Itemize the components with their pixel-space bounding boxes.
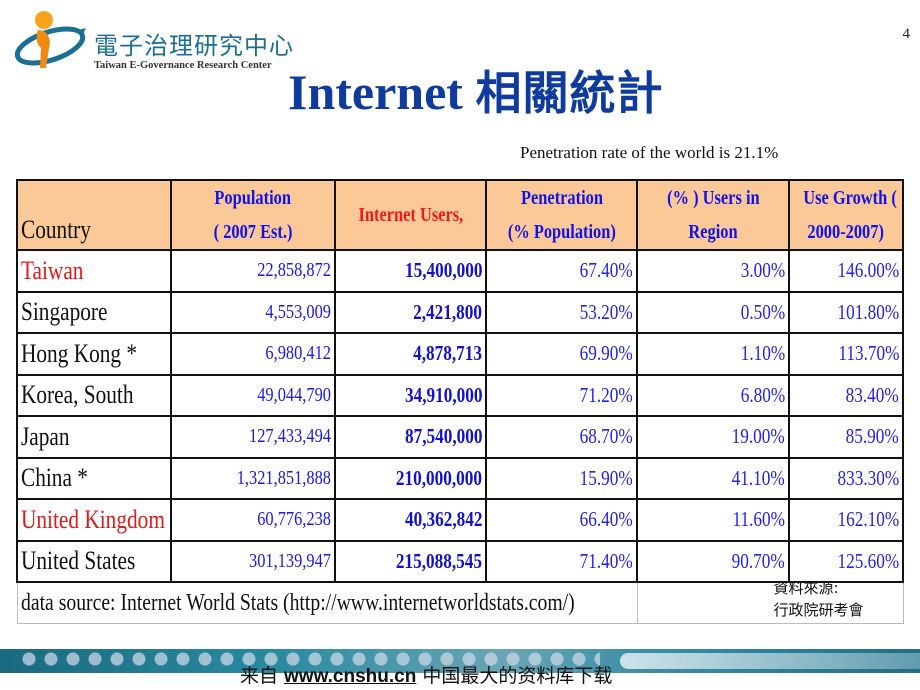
cell-country: Japan	[16, 415, 172, 459]
cell-users-in-region: 0.50%	[636, 290, 790, 334]
title-en: Internet	[288, 64, 463, 120]
cell-users-in-region: 41.10%	[636, 456, 790, 500]
cell-population: 1,321,851,888	[170, 456, 336, 500]
source-note: 資料來源: 行政院研考會	[636, 581, 904, 624]
cell-population: 4,553,009	[170, 290, 336, 334]
footer-credit: 来自 www.cnshu.cn 中国最大的资料库下载	[240, 661, 612, 688]
cell-use-growth: 85.90%	[788, 415, 904, 459]
cell-users-in-region: 90.70%	[636, 539, 790, 583]
cell-use-growth: 146.00%	[788, 249, 904, 293]
cell-penetration: 71.20%	[485, 373, 638, 417]
banner-swoosh	[620, 653, 920, 669]
cell-users-in-region: 11.60%	[636, 498, 790, 542]
cell-internet-users: 4,878,713	[334, 332, 487, 376]
cell-internet-users: 40,362,842	[334, 498, 487, 542]
header-users-in-region: (% ) Users in Region	[636, 179, 790, 251]
cell-internet-users: 34,910,000	[334, 373, 487, 417]
table-row: Korea, South 49,044,790 34,910,000 71.20% 6.…	[16, 373, 904, 417]
cell-internet-users: 87,540,000	[334, 415, 487, 459]
footer-prefix: 来自	[240, 665, 279, 687]
logo-name-en: Taiwan E-Governance Research Center	[94, 60, 272, 71]
header-country: Country	[16, 179, 172, 251]
cell-penetration: 15.90%	[485, 456, 638, 500]
cell-population: 6,980,412	[170, 332, 336, 376]
table-row: Singapore 4,553,009 2,421,800 53.20% 0.50% 10…	[16, 290, 904, 334]
table-row: Japan 127,433,494 87,540,000 68.70% 19.00% 85…	[16, 415, 904, 459]
cell-users-in-region: 3.00%	[636, 249, 790, 293]
header-internet-users: Internet Users,	[334, 179, 487, 251]
internet-stats-table: Country Population ( 2007 Est.) Internet…	[16, 179, 904, 624]
header-population: Population ( 2007 Est.)	[170, 179, 336, 251]
cell-penetration: 68.70%	[485, 415, 638, 459]
cell-use-growth: 833.30%	[788, 456, 904, 500]
cell-country: Singapore	[16, 290, 172, 334]
cell-users-in-region: 1.10%	[636, 332, 790, 376]
table-row: United States 301,139,947 215,088,545 71.40…	[16, 539, 904, 583]
cell-population: 60,776,238	[170, 498, 336, 542]
cell-population: 22,858,872	[170, 249, 336, 293]
logo-figure-icon	[14, 11, 86, 68]
cell-country: United States	[16, 539, 172, 583]
table-row: Hong Kong * 6,980,412 4,878,713 69.90% 1.10%…	[16, 332, 904, 376]
cell-internet-users: 210,000,000	[334, 456, 487, 500]
cell-country: United Kingdom	[16, 498, 172, 542]
logo-name-zh: 電子治理研究中心	[94, 32, 294, 60]
cell-penetration: 69.90%	[485, 332, 638, 376]
cell-users-in-region: 6.80%	[636, 373, 790, 417]
cell-penetration: 53.20%	[485, 290, 638, 334]
footer-link[interactable]: www.cnshu.cn	[278, 666, 422, 687]
cell-users-in-region: 19.00%	[636, 415, 790, 459]
cell-country: Korea, South	[16, 373, 172, 417]
data-source-row: data source: Internet World Stats (http:…	[16, 581, 904, 624]
cell-penetration: 67.40%	[485, 249, 638, 293]
cell-internet-users: 215,088,545	[334, 539, 487, 583]
slide-title: Internet 相關統計	[288, 62, 663, 123]
source-note-line1: 資料來源:	[773, 582, 839, 597]
title-zh: 相關統計	[475, 66, 664, 120]
table-row: China * 1,321,851,888 210,000,000 15.90% 41.…	[16, 456, 904, 500]
cell-use-growth: 113.70%	[788, 332, 904, 376]
cell-population: 127,433,494	[170, 415, 336, 459]
cell-country: China *	[16, 456, 172, 500]
data-source-text: data source: Internet World Stats (http:…	[16, 581, 638, 624]
footer-suffix: 中国最大的资料库下载	[422, 665, 613, 687]
world-penetration-note: Penetration rate of the world is 21.1%	[520, 143, 779, 162]
source-note-line2: 行政院研考會	[773, 601, 864, 619]
cell-internet-users: 2,421,800	[334, 290, 487, 334]
header-use-growth: Use Growth ( 2000-2007)	[788, 179, 904, 251]
cell-use-growth: 101.80%	[788, 290, 904, 334]
table-header-row: Country Population ( 2007 Est.) Internet…	[16, 179, 904, 251]
cell-population: 49,044,790	[170, 373, 336, 417]
logo: 電子治理研究中心 Taiwan E-Governance Research Ce…	[10, 8, 293, 74]
cell-internet-users: 15,400,000	[334, 249, 487, 293]
table-row: United Kingdom 60,776,238 40,362,842 66.40%…	[16, 498, 904, 542]
cell-population: 301,139,947	[170, 539, 336, 583]
cell-use-growth: 125.60%	[788, 539, 904, 583]
page-number: 4	[902, 26, 911, 42]
cell-use-growth: 83.40%	[788, 373, 904, 417]
cell-country: Taiwan	[16, 249, 172, 293]
cell-use-growth: 162.10%	[788, 498, 904, 542]
cell-country: Hong Kong *	[16, 332, 172, 376]
cell-penetration: 71.40%	[485, 539, 638, 583]
cell-penetration: 66.40%	[485, 498, 638, 542]
header-penetration: Penetration (% Population)	[485, 179, 638, 251]
table-row: Taiwan 22,858,872 15,400,000 67.40% 3.00% 146…	[16, 249, 904, 293]
